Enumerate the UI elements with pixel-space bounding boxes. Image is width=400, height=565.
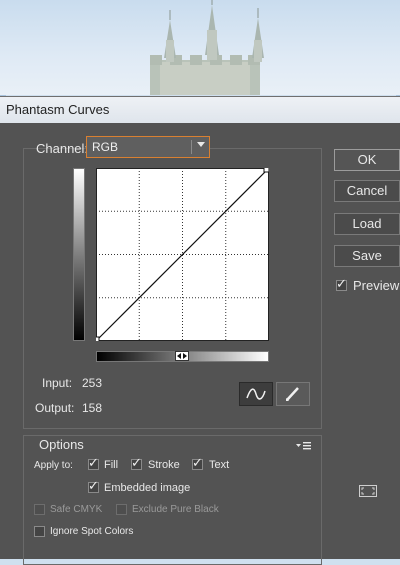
fill-checkbox[interactable]: ✓ (88, 455, 99, 470)
chevron-down-icon (197, 142, 205, 147)
load-button[interactable]: Load (334, 213, 400, 235)
slider-arrows-icon (177, 353, 187, 359)
curve-graph[interactable] (93, 166, 270, 343)
input-value: 253 (82, 376, 103, 390)
fit-window-button[interactable] (357, 483, 379, 499)
exclude-pure-black-checkbox[interactable] (116, 504, 127, 515)
stroke-checkbox[interactable]: ✓ (131, 455, 142, 470)
stroke-label: Stroke (148, 459, 180, 471)
checkmark-icon: ✓ (192, 455, 203, 470)
ignore-spot-colors-checkbox[interactable] (34, 526, 45, 537)
curve-tool-button[interactable] (239, 382, 273, 406)
curve-point-black[interactable] (93, 336, 100, 343)
title-bar[interactable]: Phantasm Curves (0, 97, 400, 123)
castle-tower-image (150, 0, 264, 95)
embedded-image-label: Embedded image (104, 482, 191, 494)
curve-canvas (93, 166, 270, 343)
input-label: Input: (42, 376, 73, 390)
apply-to-label: Apply to: (34, 460, 73, 471)
ignore-spot-colors-label: Ignore Spot Colors (50, 526, 134, 537)
channel-label: Channel: (36, 141, 89, 156)
preview-label: Preview (353, 278, 400, 293)
curve-tool-icon (246, 388, 266, 400)
pencil-tool-button[interactable] (276, 382, 310, 406)
window-title: Phantasm Curves (6, 102, 110, 117)
options-title: Options (36, 437, 87, 452)
save-button[interactable]: Save (334, 245, 400, 267)
ok-button[interactable]: OK (334, 149, 400, 171)
safe-cmyk-label: Safe CMYK (50, 504, 103, 515)
exclude-pure-black-label: Exclude Pure Black (132, 504, 219, 515)
embedded-image-checkbox[interactable]: ✓ (88, 478, 99, 493)
safe-cmyk-checkbox[interactable] (34, 504, 45, 515)
panel-menu-icon (296, 442, 311, 450)
checkmark-icon: ✓ (88, 478, 99, 493)
output-value: 158 (82, 401, 103, 415)
fill-label: Fill (104, 459, 119, 471)
checkmark-icon: ✓ (131, 455, 142, 470)
pencil-icon (286, 387, 299, 401)
channel-select[interactable]: RGB (86, 136, 210, 158)
cancel-button[interactable]: Cancel (334, 180, 400, 202)
curve-point-white[interactable] (263, 166, 270, 173)
preview-checkbox[interactable]: ✓ (336, 276, 347, 291)
background-photo (0, 0, 400, 95)
checkmark-icon: ✓ (336, 276, 347, 291)
input-slider-handle[interactable] (175, 351, 189, 361)
text-checkbox[interactable]: ✓ (192, 455, 203, 470)
channel-value: RGB (92, 140, 119, 154)
options-panel (23, 435, 322, 565)
fit-window-icon (359, 485, 377, 497)
options-menu-button[interactable] (296, 440, 312, 450)
output-gradient-bar (73, 168, 85, 341)
checkmark-icon: ✓ (88, 455, 99, 470)
text-label: Text (209, 459, 230, 471)
output-label: Output: (35, 401, 75, 415)
select-divider (191, 140, 192, 154)
